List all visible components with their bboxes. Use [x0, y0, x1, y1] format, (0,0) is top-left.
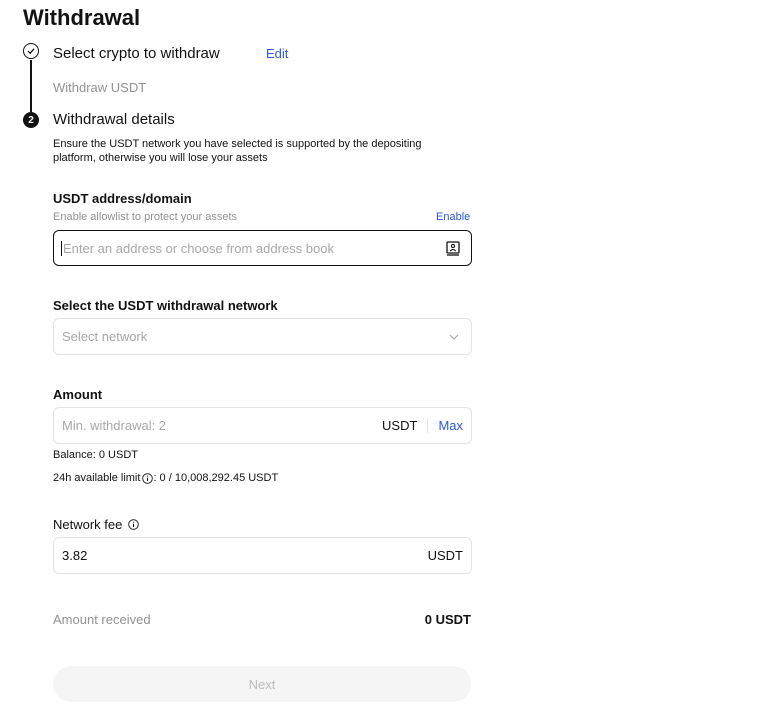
fee-label-row: Network fee: [53, 516, 140, 533]
fee-value: 3.82: [62, 548, 88, 563]
step2-notice-line2: platform, otherwise you will lose your a…: [53, 152, 268, 164]
fee-unit: USDT: [427, 548, 463, 563]
next-button[interactable]: Next: [53, 666, 471, 702]
step1-title: Select crypto to withdraw: [53, 45, 220, 62]
amount-unit: USDT: [382, 418, 418, 433]
step2-notice-line1: Ensure the USDT network you have selecte…: [53, 138, 422, 150]
received-label: Amount received: [53, 612, 151, 627]
limit-label: 24h available limit: [53, 472, 141, 484]
address-placeholder: Enter an address or choose from address …: [63, 240, 334, 256]
allowlist-hint: Enable allowlist to protect your assets: [53, 211, 238, 223]
page-title: Withdrawal: [23, 5, 141, 30]
address-field[interactable]: Enter an address or choose from address …: [53, 230, 472, 266]
fee-label: Network fee: [53, 517, 123, 532]
network-placeholder: Select network: [62, 329, 148, 344]
fee-info-icon[interactable]: [128, 519, 140, 530]
unit-divider: [427, 418, 429, 433]
chevron-down-icon: [449, 334, 459, 340]
step2-title: Withdrawal details: [53, 111, 175, 128]
amount-label: Amount: [53, 387, 103, 402]
fee-field: 3.82 USDT: [53, 537, 472, 574]
text-caret: [61, 240, 62, 256]
enable-allowlist-link[interactable]: Enable: [436, 211, 470, 224]
step-check-icon: [23, 43, 39, 59]
amount-placeholder: Min. withdrawal: 2: [62, 418, 167, 433]
amount-field[interactable]: Min. withdrawal: 2 USDT Max: [53, 407, 472, 444]
network-label: Select the USDT withdrawal network: [53, 298, 278, 313]
received-value: 0 USDT: [424, 612, 471, 627]
info-icon[interactable]: [142, 473, 154, 484]
address-book-icon[interactable]: [446, 240, 460, 256]
balance-text: Balance: 0 USDT: [53, 449, 138, 461]
step1-summary: Withdraw USDT: [53, 80, 147, 95]
step2-number-badge: 2: [23, 112, 39, 128]
edit-link[interactable]: Edit: [266, 45, 288, 63]
daily-limit: 24h available limit : 0 / 10,008,292.45 …: [53, 472, 278, 485]
max-button[interactable]: Max: [438, 418, 463, 433]
address-label: USDT address/domain: [53, 191, 192, 206]
limit-value: : 0 / 10,008,292.45 USDT: [153, 472, 279, 484]
step-connector: [30, 60, 32, 112]
network-select[interactable]: Select network: [53, 318, 472, 355]
